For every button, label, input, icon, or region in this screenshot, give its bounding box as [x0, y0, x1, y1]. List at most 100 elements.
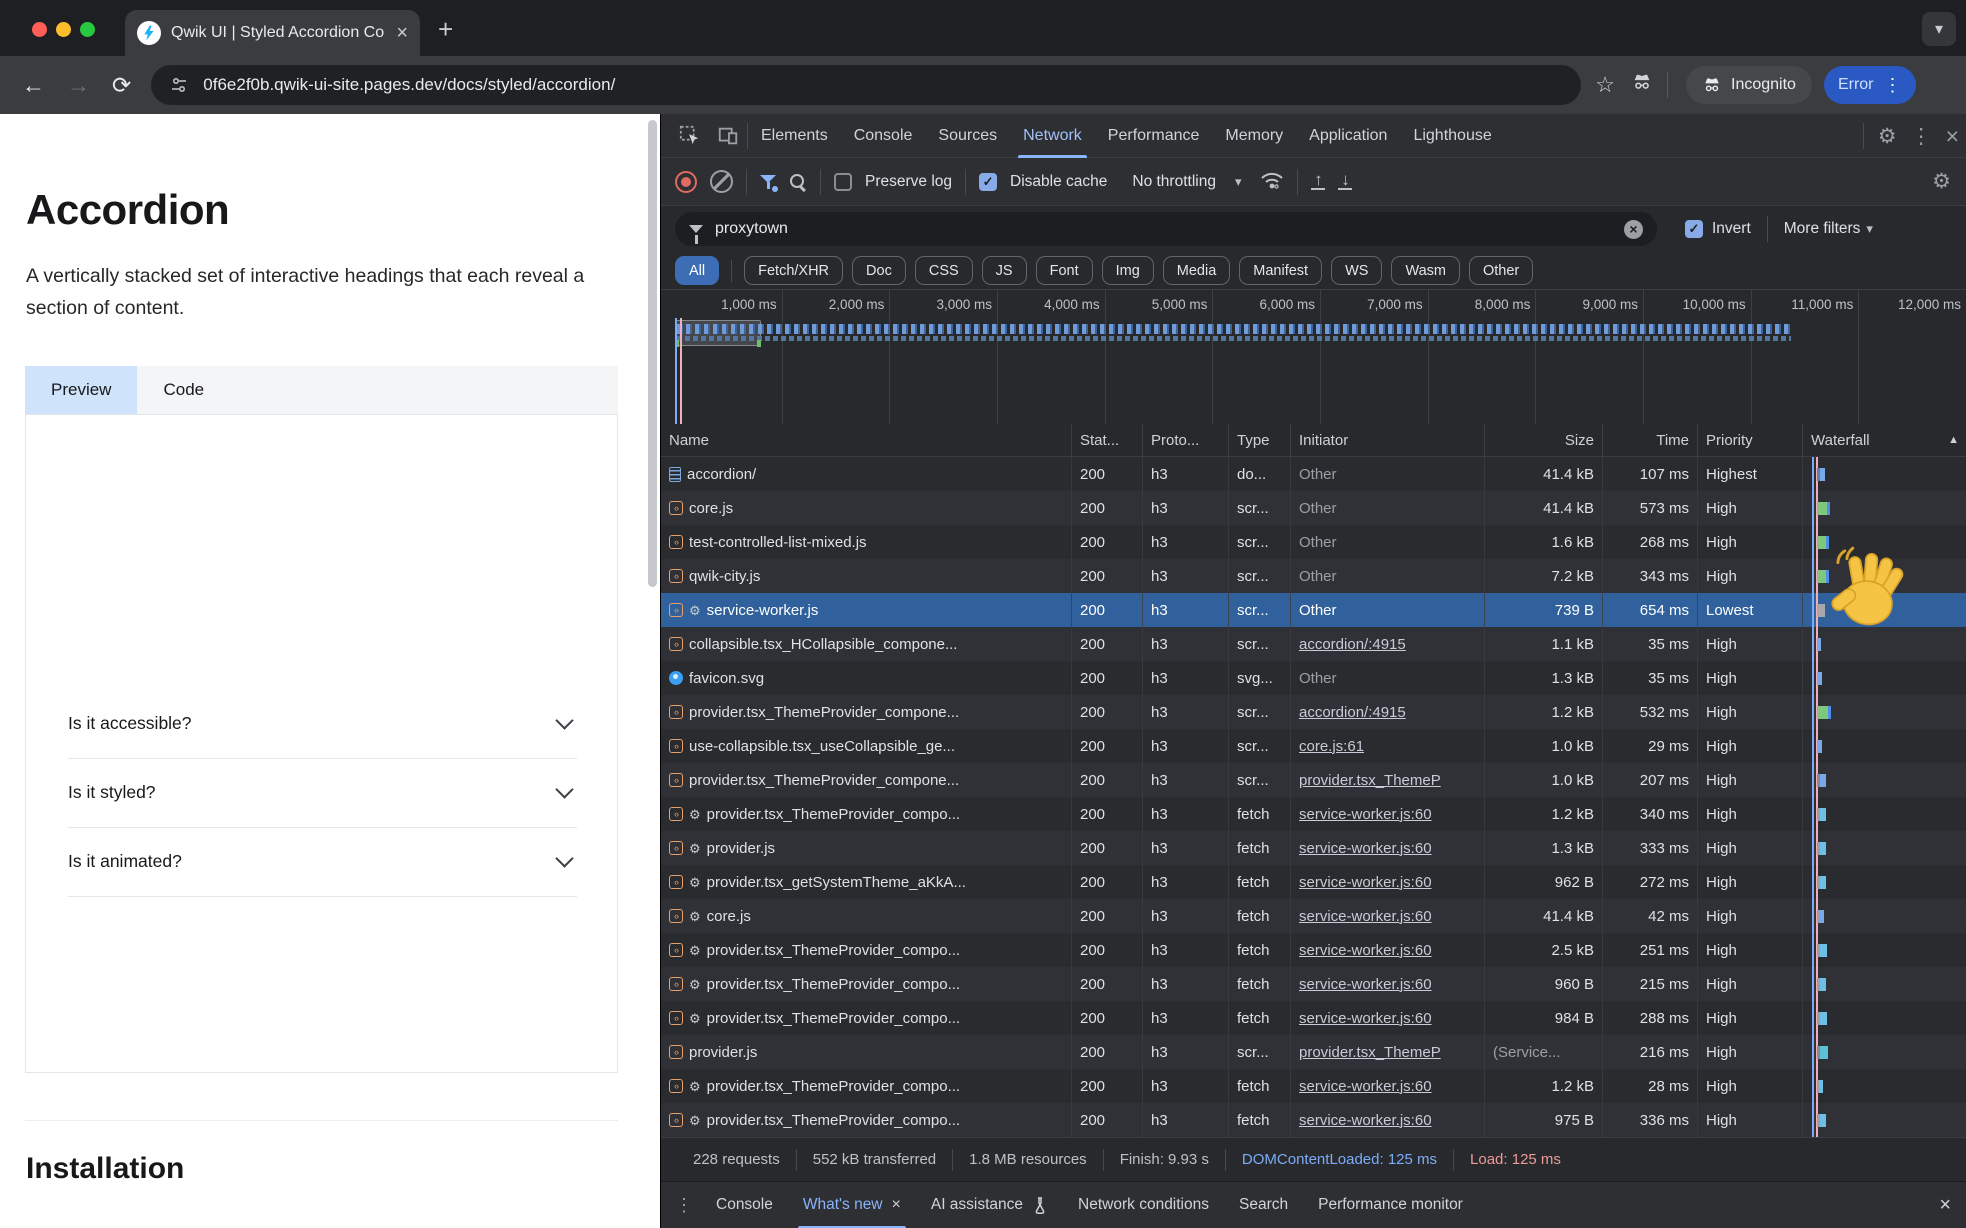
table-row[interactable]: favicon.svg200h3svg...Other1.3 kB35 msHi… [661, 661, 1966, 695]
drawer-tab-aiassistance[interactable]: AI assistance [916, 1182, 1063, 1228]
chip-media[interactable]: Media [1163, 256, 1231, 285]
record-network-log-icon[interactable] [675, 171, 697, 193]
initiator-link[interactable]: service-worker.js:60 [1299, 942, 1432, 959]
clear-network-log-icon[interactable] [710, 170, 733, 193]
table-row[interactable]: ‹›⚙provider.tsx_ThemeProvider_compo...20… [661, 1069, 1966, 1103]
page-scrollbar[interactable] [648, 120, 657, 587]
accordion-item[interactable]: Is it accessible? [68, 689, 577, 759]
drawer-tab-console[interactable]: Console [701, 1182, 788, 1228]
chip-fetchxhr[interactable]: Fetch/XHR [744, 256, 843, 285]
table-row[interactable]: ‹›provider.tsx_ThemeProvider_compone...2… [661, 695, 1966, 729]
table-row[interactable]: ‹›⚙provider.js200h3fetchservice-worker.j… [661, 831, 1966, 865]
tab-network[interactable]: Network [1010, 114, 1095, 158]
back-icon[interactable]: ← [22, 72, 45, 99]
tab-sources[interactable]: Sources [925, 114, 1010, 158]
table-row[interactable]: accordion/200h3do...Other41.4 kB107 msHi… [661, 457, 1966, 491]
table-row[interactable]: ‹›qwik-city.js200h3scr...Other7.2 kB343 … [661, 559, 1966, 593]
initiator-link[interactable]: service-worker.js:60 [1299, 1112, 1432, 1129]
initiator-link[interactable]: accordion/:4915 [1299, 636, 1406, 653]
tab-close-icon[interactable]: × [396, 23, 408, 43]
search-icon[interactable] [789, 173, 807, 191]
table-row[interactable]: ‹›test-controlled-list-mixed.js200h3scr.… [661, 525, 1966, 559]
browser-menu-icon[interactable]: ⋮ [1884, 75, 1902, 96]
drawer-close-icon[interactable]: × [1939, 1194, 1951, 1217]
initiator-link[interactable]: service-worker.js:60 [1299, 976, 1432, 993]
clear-filter-icon[interactable]: × [1624, 220, 1643, 239]
drawer-tab-search[interactable]: Search [1224, 1182, 1303, 1228]
throttling-select[interactable]: No throttling [1132, 173, 1216, 191]
import-har-icon[interactable]: ↑ [1311, 173, 1325, 190]
chip-all[interactable]: All [675, 256, 719, 285]
drawer-menu-icon[interactable]: ⋮ [675, 1196, 693, 1214]
address-bar[interactable]: 0f6e2f0b.qwik-ui-site.pages.dev/docs/sty… [151, 65, 1581, 105]
reload-icon[interactable]: ⟳ [112, 72, 131, 99]
table-row[interactable]: ‹›⚙service-worker.js200h3scr...Other739 … [661, 593, 1966, 627]
table-row[interactable]: ‹›⚙provider.tsx_ThemeProvider_compo...20… [661, 933, 1966, 967]
export-har-icon[interactable]: ↓ [1338, 173, 1352, 190]
column-header-size[interactable]: Size [1485, 424, 1603, 457]
preserve-log-checkbox[interactable] [834, 173, 852, 191]
table-row[interactable]: ‹›⚙provider.tsx_ThemeProvider_compo...20… [661, 1001, 1966, 1035]
tab-application[interactable]: Application [1296, 114, 1400, 158]
chip-other[interactable]: Other [1469, 256, 1533, 285]
new-tab-button[interactable]: + [438, 16, 453, 42]
table-row[interactable]: ‹›⚙provider.tsx_ThemeProvider_compo...20… [661, 967, 1966, 1001]
table-row[interactable]: ‹›core.js200h3scr...Other41.4 kB573 msHi… [661, 491, 1966, 525]
column-header-stat[interactable]: Stat... [1072, 424, 1143, 457]
forward-icon[interactable]: → [67, 72, 90, 99]
column-header-type[interactable]: Type [1229, 424, 1291, 457]
network-settings-icon[interactable]: ⚙ [1932, 171, 1951, 192]
tab-code[interactable]: Code [137, 366, 230, 414]
table-row[interactable]: ‹›⚙provider.tsx_ThemeProvider_compo...20… [661, 797, 1966, 831]
network-overview[interactable]: 1,000 ms2,000 ms3,000 ms4,000 ms5,000 ms… [661, 290, 1966, 424]
drawer-tab-networkconditions[interactable]: Network conditions [1063, 1182, 1224, 1228]
table-row[interactable]: ‹›provider.tsx_ThemeProvider_compone...2… [661, 763, 1966, 797]
filter-icon[interactable] [760, 174, 776, 190]
chip-wasm[interactable]: Wasm [1391, 256, 1460, 285]
more-filters-button[interactable]: More filters [1784, 220, 1861, 238]
inspect-element-icon[interactable] [679, 125, 701, 147]
initiator-link[interactable]: core.js:61 [1299, 738, 1364, 755]
tab-overflow-button[interactable]: ▾ [1922, 12, 1956, 46]
chip-doc[interactable]: Doc [852, 256, 906, 285]
bookmark-star-icon[interactable]: ☆ [1595, 72, 1615, 98]
initiator-link[interactable]: accordion/:4915 [1299, 704, 1406, 721]
initiator-link[interactable]: provider.tsx_ThemeP [1299, 1044, 1441, 1061]
disable-cache-checkbox[interactable]: ✓ [979, 173, 997, 191]
column-header-priority[interactable]: Priority [1698, 424, 1803, 457]
column-header-name[interactable]: Name [661, 424, 1072, 457]
site-info-icon[interactable] [169, 75, 189, 95]
drawer-tab-whatsnew[interactable]: What's new× [788, 1182, 916, 1228]
browser-tab[interactable]: Qwik UI | Styled Accordion Co × [125, 10, 420, 56]
chip-css[interactable]: CSS [915, 256, 973, 285]
initiator-link[interactable]: service-worker.js:60 [1299, 1078, 1432, 1095]
chip-font[interactable]: Font [1036, 256, 1093, 285]
tab-memory[interactable]: Memory [1212, 114, 1296, 158]
table-row[interactable]: ‹›⚙provider.tsx_getSystemTheme_aKkA...20… [661, 865, 1966, 899]
chip-ws[interactable]: WS [1331, 256, 1382, 285]
window-minimize-button[interactable] [56, 22, 71, 37]
drawer-tab-close-icon[interactable]: × [892, 1196, 901, 1214]
devtools-menu-icon[interactable]: ⋮ [1911, 126, 1932, 147]
table-row[interactable]: ‹›⚙core.js200h3fetchservice-worker.js:60… [661, 899, 1966, 933]
initiator-link[interactable]: service-worker.js:60 [1299, 840, 1432, 857]
table-row[interactable]: ‹›collapsible.tsx_HCollapsible_compone..… [661, 627, 1966, 661]
chip-js[interactable]: JS [982, 256, 1027, 285]
drawer-tab-performancemonitor[interactable]: Performance monitor [1303, 1182, 1478, 1228]
network-conditions-icon[interactable] [1260, 169, 1284, 195]
extensions-incognito-icon[interactable] [1631, 71, 1653, 99]
window-zoom-button[interactable] [80, 22, 95, 37]
table-row[interactable]: ‹›use-collapsible.tsx_useCollapsible_ge.… [661, 729, 1966, 763]
column-header-proto[interactable]: Proto... [1143, 424, 1229, 457]
window-close-button[interactable] [32, 22, 47, 37]
filter-input[interactable]: proxytown × [675, 212, 1657, 246]
column-header-waterfall[interactable]: Waterfall▲ [1803, 424, 1966, 457]
column-header-initiator[interactable]: Initiator [1291, 424, 1485, 457]
accordion-item[interactable]: Is it animated? [68, 827, 577, 897]
device-toolbar-icon[interactable] [717, 125, 739, 147]
tab-console[interactable]: Console [841, 114, 926, 158]
chip-img[interactable]: Img [1102, 256, 1154, 285]
table-row[interactable]: ‹›⚙provider.tsx_ThemeProvider_compo...20… [661, 1103, 1966, 1137]
column-header-time[interactable]: Time [1603, 424, 1698, 457]
initiator-link[interactable]: service-worker.js:60 [1299, 1010, 1432, 1027]
